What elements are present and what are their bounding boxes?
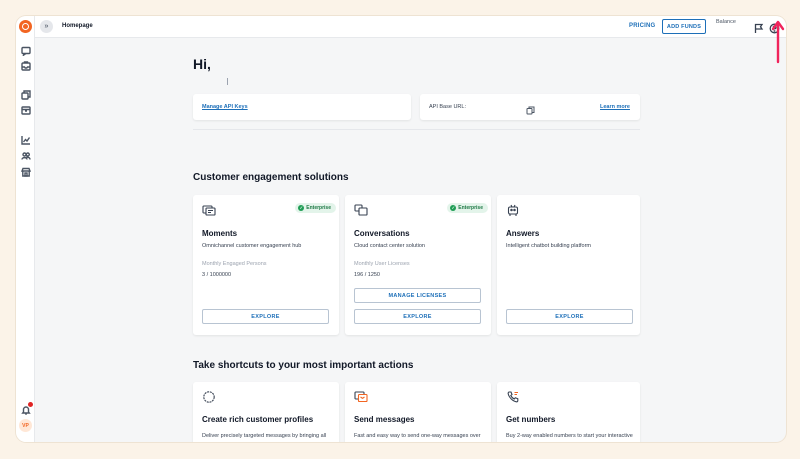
learn-more-link[interactable]: Learn more — [600, 104, 630, 110]
pricing-link[interactable]: PRICING — [629, 23, 655, 29]
shortcut-card-profiles[interactable]: Create rich customer profiles Deliver pr… — [193, 382, 339, 442]
api-base-url-card: API Base URL: Learn more — [420, 94, 640, 120]
manage-api-keys-link[interactable]: Manage API Keys — [202, 104, 248, 110]
chat-icon[interactable] — [20, 45, 31, 56]
notification-badge — [28, 402, 33, 407]
main-content: Hi, Manage API Keys API Base URL: Learn … — [35, 38, 786, 442]
breadcrumb: Homepage — [62, 23, 93, 29]
metric-label: Monthly User Licenses — [354, 261, 410, 267]
conversations-icon — [354, 203, 368, 217]
card-description: Fast and easy way to send one-way messag… — [354, 433, 481, 442]
shortcut-card-send-messages[interactable]: Send messages Fast and easy way to send … — [345, 382, 491, 442]
explore-answers-button[interactable]: EXPLORE — [506, 309, 633, 324]
explore-moments-button[interactable]: EXPLORE — [202, 309, 329, 324]
shortcut-card-get-numbers[interactable]: Get numbers Buy 2-way enabled numbers to… — [497, 382, 640, 442]
explore-conversations-button[interactable]: EXPLORE — [354, 309, 481, 324]
card-description: Cloud contact center solution — [354, 243, 425, 249]
annotation-arrow-icon — [771, 20, 785, 64]
greeting-heading: Hi, — [193, 56, 211, 72]
phone-icon — [506, 390, 520, 404]
metric-value: 196 / 1250 — [354, 272, 380, 278]
people-icon[interactable] — [20, 150, 31, 161]
send-message-icon — [354, 390, 368, 404]
copy-url-icon[interactable] — [526, 102, 535, 115]
card-title: Send messages — [354, 415, 415, 424]
balance-label: Balance — [716, 19, 736, 25]
api-base-url-label: API Base URL: — [429, 104, 466, 110]
moments-icon — [202, 203, 216, 217]
brand-logo[interactable] — [19, 20, 32, 33]
card-title: Get numbers — [506, 415, 556, 424]
enterprise-badge: ✓ Enterprise — [447, 203, 488, 213]
profile-icon — [202, 390, 216, 404]
solution-card-conversations: ✓ Enterprise Conversations Cloud contact … — [345, 195, 491, 335]
expand-sidebar-button[interactable]: » — [40, 20, 53, 33]
chatbot-icon — [506, 203, 520, 217]
card-description: Omnichannel customer engagement hub — [202, 243, 302, 249]
card-description: Deliver precisely targeted messages by b… — [202, 433, 327, 442]
card-description: Intelligent chatbot building platform — [506, 243, 591, 249]
bell-icon[interactable] — [20, 402, 33, 415]
chart-icon[interactable] — [20, 134, 31, 145]
solutions-heading: Customer engagement solutions — [193, 172, 349, 183]
card-description: Buy 2-way enabled numbers to start your … — [506, 433, 633, 442]
store-icon[interactable] — [20, 166, 31, 177]
sidebar: VP — [16, 16, 35, 442]
shortcuts-heading: Take shortcuts to your most important ac… — [193, 360, 414, 371]
add-funds-button[interactable]: ADD FUNDS — [662, 19, 706, 34]
metric-value: 3 / 1000000 — [202, 272, 232, 278]
enterprise-badge: ✓ Enterprise — [295, 203, 336, 213]
inbox-icon[interactable] — [20, 60, 31, 71]
solution-card-answers: Answers Intelligent chatbot building pla… — [497, 195, 640, 335]
card-title: Create rich customer profiles — [202, 415, 314, 424]
card-title: Conversations — [354, 229, 410, 238]
card-title: Moments — [202, 229, 238, 238]
metric-label: Monthly Engaged Persons — [202, 261, 267, 267]
app-window: VP » Homepage PRICING ADD FUNDS Balance … — [16, 16, 786, 442]
avatar[interactable]: VP — [19, 419, 32, 432]
api-keys-card: Manage API Keys — [193, 94, 411, 120]
flag-icon[interactable] — [753, 21, 764, 33]
copy-icon[interactable] — [20, 89, 31, 100]
card-title: Answers — [506, 229, 540, 238]
top-bar: » Homepage PRICING ADD FUNDS Balance — [35, 16, 786, 38]
box-icon[interactable] — [20, 104, 31, 115]
solution-card-moments: ✓ Enterprise Moments Omnichannel customer… — [193, 195, 339, 335]
text-caret — [227, 78, 228, 85]
manage-licenses-button[interactable]: MANAGE LICENSES — [354, 288, 481, 303]
section-divider — [193, 129, 640, 130]
